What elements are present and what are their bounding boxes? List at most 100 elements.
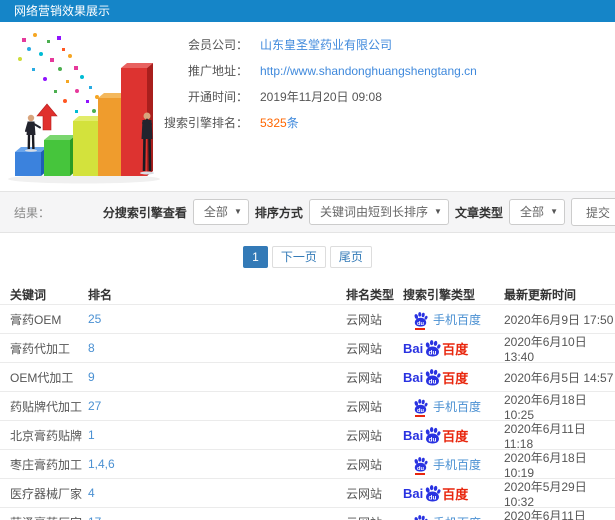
engine-rank-value: 5325条: [260, 110, 299, 136]
company-link[interactable]: 山东皇圣堂药业有限公司: [260, 32, 392, 58]
filter-bar: 结果： 分搜索引擎查看 全部 ▼ 排序方式 关键词由短到长排序 ▼ 文章类型 全…: [0, 191, 615, 233]
baidu-paw-icon: du: [413, 398, 428, 417]
rank-type-cell: 云网站: [346, 514, 403, 520]
rank-count: 5325: [260, 116, 287, 130]
svg-text:du: du: [417, 407, 424, 413]
up-arrow-icon: [36, 103, 58, 131]
updated-cell: 2020年6月18日 10:19: [504, 450, 587, 480]
baidu-paw-icon: du: [424, 426, 441, 444]
col-header-engine-type: 搜索引擎类型: [403, 287, 476, 302]
baidu-logo: Bai du 百度: [403, 426, 469, 444]
article-type-select[interactable]: 全部 ▼: [508, 199, 565, 225]
sort-filter-label: 排序方式: [254, 205, 303, 220]
col-header-rank: 排名: [88, 287, 113, 302]
submit-button[interactable]: 提交: [570, 198, 615, 226]
updated-cell: 2020年6月18日 10:25: [504, 392, 587, 422]
page-title: 网络营销效果展示: [14, 4, 111, 18]
promotion-url-row: 推广地址： http://www.shandonghuangshengtang.…: [110, 58, 477, 84]
rank-link[interactable]: 4: [88, 486, 95, 500]
keyword-cell: 膏药OEM: [10, 312, 62, 327]
col-header-rank-type: 排名类型: [346, 287, 395, 302]
table-row: 菏泽膏药厂家 17 云网站 du 手机百度 2020年6月11日 11:40: [0, 507, 615, 520]
engine-rank-row: 搜索引擎排名： 5325条: [110, 110, 477, 136]
baidu-mobile-badge: du 手机百度: [403, 514, 481, 520]
table-row: OEM代加工 9 云网站 Bai du 百度 2020年6月5日 14:57: [0, 362, 615, 391]
svg-text:du: du: [429, 378, 437, 385]
bar-green: [44, 135, 76, 176]
dropdown-caret-icon: ▼: [234, 207, 242, 216]
table-row: 医疗器械厂家 4 云网站 Bai du 百度 2020年5月29日 10:32: [0, 478, 615, 509]
keyword-cell: 医疗器械厂家: [10, 486, 83, 501]
updated-cell: 2020年6月11日 11:40: [504, 508, 586, 520]
rank-link[interactable]: 25: [88, 312, 101, 326]
opened-time-row: 开通时间： 2019年11月20日 09:08: [110, 84, 477, 110]
company-label: 会员公司：: [187, 38, 248, 52]
next-page-button[interactable]: 下一页: [271, 246, 326, 268]
table-row: 膏药代加工 8 云网站 Bai du 百度 2020年6月10日 13:40: [0, 333, 615, 364]
rank-link[interactable]: 1: [88, 428, 95, 442]
baidu-paw-icon: du: [413, 311, 428, 330]
opened-time-label: 开通时间：: [187, 90, 248, 104]
page-1-button[interactable]: 1: [243, 246, 268, 268]
baidu-paw-icon: du: [424, 484, 441, 502]
businessman-left: [25, 114, 41, 152]
svg-text:du: du: [429, 494, 437, 501]
article-type-select-value: 全部: [519, 205, 544, 219]
updated-cell: 2020年6月9日 17:50: [504, 312, 614, 327]
baidu-paw-icon: du: [413, 456, 428, 475]
updated-cell: 2020年6月11日 11:18: [504, 421, 586, 451]
table-row: 枣庄膏药加工 1,4,6 云网站 du 手机百度 2020年6月18日 10:19: [0, 449, 615, 480]
svg-text:du: du: [417, 320, 424, 326]
table-row: 北京膏药贴牌 1 云网站 Bai du 百度 2020年6月11日 11:18: [0, 420, 615, 451]
article-type-filter-label: 文章类型: [454, 205, 503, 220]
baidu-logo: Bai du 百度: [403, 339, 469, 357]
baidu-logo: Bai du 百度: [403, 484, 469, 502]
engine-rank-label: 搜索引擎排名：: [163, 116, 248, 130]
svg-text:du: du: [417, 465, 424, 471]
info-section: 会员公司： 山东皇圣堂药业有限公司 推广地址： http://www.shand…: [0, 22, 615, 191]
rank-type-cell: 云网站: [346, 486, 383, 501]
rank-suffix: 条: [286, 116, 299, 130]
window-titlebar: 网络营销效果展示: [0, 0, 615, 22]
updated-cell: 2020年6月10日 13:40: [504, 334, 587, 364]
rank-link[interactable]: 9: [88, 370, 95, 384]
baidu-mobile-badge: du 手机百度: [403, 398, 482, 417]
rank-link[interactable]: 1,4,6: [88, 457, 115, 471]
engine-filter-label: 分搜索引擎查看: [102, 205, 187, 220]
rank-link[interactable]: 27: [88, 399, 101, 413]
rank-link[interactable]: 17: [88, 515, 101, 520]
rank-type-cell: 云网站: [346, 399, 383, 414]
baidu-mobile-badge: du 手机百度: [403, 311, 482, 330]
svg-text:du: du: [429, 436, 437, 443]
dropdown-caret-icon: ▼: [434, 207, 442, 216]
table-row: 膏药OEM 25 云网站 du 手机百度 2020年6月9日 17:50: [0, 304, 615, 333]
baidu-paw-icon: du: [424, 339, 441, 357]
pagination: 1 下一页 尾页: [0, 246, 615, 268]
result-label: 结果：: [14, 205, 51, 220]
engine-label: 手机百度: [433, 312, 482, 327]
table-header-row: 关键词 排名 排名类型 搜索引擎类型 最新更新时间: [0, 284, 615, 304]
keyword-cell: 菏泽膏药厂家: [0, 514, 88, 520]
filter-controls: 分搜索引擎查看 全部 ▼ 排序方式 关键词由短到长排序 ▼ 文章类型 全部 ▼ …: [103, 198, 615, 226]
engine-select-value: 全部: [203, 205, 228, 219]
col-header-keyword: 关键词: [10, 287, 47, 302]
rank-type-cell: 云网站: [346, 341, 383, 356]
dropdown-caret-icon: ▼: [550, 207, 558, 216]
last-page-button[interactable]: 尾页: [329, 246, 372, 268]
keyword-cell: 药贴牌代加工: [10, 399, 83, 414]
updated-cell: 2020年6月5日 14:57: [504, 370, 614, 385]
sort-select[interactable]: 关键词由短到长排序 ▼: [308, 199, 449, 225]
col-header-updated: 最新更新时间: [504, 287, 577, 302]
engine-label: 手机百度: [433, 399, 482, 414]
opened-time-value: 2019年11月20日 09:08: [260, 90, 382, 104]
baidu-paw-icon: du: [413, 514, 428, 520]
rank-link[interactable]: 8: [88, 341, 95, 355]
engine-select[interactable]: 全部 ▼: [192, 199, 249, 225]
promotion-url-link[interactable]: http://www.shandonghuangshengtang.cn: [260, 58, 477, 84]
baidu-mobile-badge: du 手机百度: [403, 456, 481, 475]
rank-type-cell: 云网站: [346, 457, 383, 472]
keyword-cell: 北京膏药贴牌: [10, 428, 83, 443]
engine-label: 手机百度: [433, 514, 481, 520]
info-fields: 会员公司： 山东皇圣堂药业有限公司 推广地址： http://www.shand…: [110, 32, 477, 136]
rank-type-cell: 云网站: [346, 370, 383, 385]
